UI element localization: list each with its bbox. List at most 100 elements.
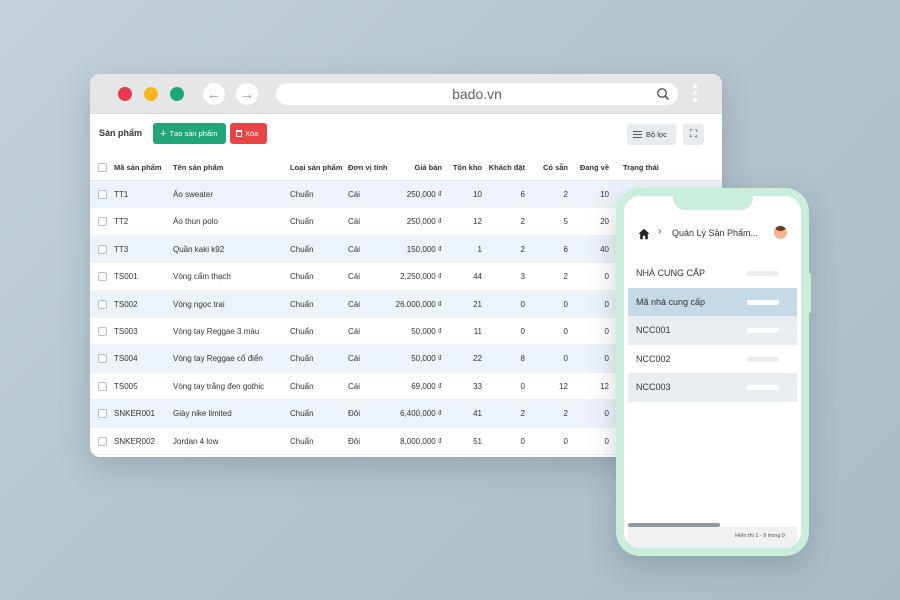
product-name: Áo sweater [173,190,214,199]
row-checkbox[interactable] [98,299,107,309]
product-stock: 10 [473,190,482,199]
header-available[interactable]: Có sẵn [530,154,568,181]
phone-mockup: › Quản Lý Sản Phẩm... NHÀ CUNG CẤP Mã nh… [616,188,811,556]
product-name: Vòng tay trắng đen gothic [173,381,265,391]
product-type: Chuẩn [290,244,314,254]
product-price: 150,000 ₫ [406,244,442,254]
list-item[interactable]: NCC003 [628,373,797,402]
address-bar[interactable]: bado.vn [276,83,678,105]
product-code: SNKER001 [114,409,155,419]
plus-icon: + [160,128,167,140]
product-ordered: 0 [520,299,525,309]
filter-icon [633,131,642,138]
product-code: TS001 [114,272,138,282]
product-incoming: 40 [600,244,609,254]
product-incoming: 0 [604,409,609,419]
create-product-button[interactable]: + Tạo sản phẩm [153,123,226,144]
product-code: TT1 [114,190,129,199]
header-name[interactable]: Tên sản phẩm [173,154,223,181]
pagination-text: Hiển thị 1 - 9 trong 9 [735,533,785,539]
product-type: Chuẩn [290,299,314,309]
row-checkbox[interactable] [98,244,107,254]
product-code: TS002 [114,299,138,309]
product-price: 250,000 ₫ [406,190,442,199]
product-price: 26.000,000 ₫ [395,299,442,309]
row-checkbox[interactable] [98,354,107,364]
row-checkbox[interactable] [98,217,107,227]
header-ordered[interactable]: Khách đặt [486,154,525,181]
close-window-button[interactable] [118,87,132,101]
product-code: TS005 [114,381,138,391]
product-code: TT2 [114,217,129,227]
filter-button[interactable]: Bộ lọc [627,124,676,145]
product-incoming: 0 [604,354,609,364]
row-checkbox[interactable] [98,326,107,336]
product-available: 0 [563,436,568,446]
list-item[interactable]: NCC002 [628,345,797,374]
row-checkbox[interactable] [98,436,107,446]
list-item[interactable]: Mã nhà cung cấp [628,287,797,316]
product-type: Chuẩn [290,217,314,227]
product-price: 50,000 ₫ [411,354,442,364]
product-price: 8,000,000 ₫ [400,436,442,446]
product-stock: 1 [477,244,482,254]
product-ordered: 0 [520,381,525,391]
product-incoming: 10 [600,190,609,199]
row-checkbox[interactable] [98,190,107,199]
row-checkbox[interactable] [98,409,107,419]
search-icon[interactable] [656,87,670,101]
product-ordered: 2 [520,217,525,227]
product-incoming: 0 [604,299,609,309]
select-all-checkbox[interactable] [98,163,107,172]
header-code[interactable]: Mã sản phẩm [114,154,162,181]
product-unit: Đôi [348,436,361,446]
header-price[interactable]: Giá bán [382,154,442,181]
product-ordered: 2 [520,244,525,254]
placeholder-bar [747,271,779,276]
fullscreen-button[interactable]: ⛶ [683,124,704,145]
product-type: Chuẩn [290,190,314,199]
product-type: Chuẩn [290,354,314,364]
product-code: SNKER002 [114,436,155,446]
browser-titlebar: ← → bado.vn [90,74,722,114]
home-icon[interactable] [638,228,650,240]
product-ordered: 3 [520,272,525,282]
arrow-right-icon[interactable]: → [236,83,258,105]
product-code: TS003 [114,326,138,336]
header-type[interactable]: Loại sản phẩm [290,154,343,181]
product-available: 0 [563,326,568,336]
header-stock[interactable]: Tồn kho [446,154,482,181]
minimize-window-button[interactable] [144,87,158,101]
product-stock: 21 [473,299,482,309]
breadcrumb-title[interactable]: Quản Lý Sản Phẩm... [672,228,758,238]
chevron-right-icon: › [658,226,662,237]
list-item[interactable]: NCC001 [628,316,797,345]
placeholder-bar [747,328,779,333]
placeholder-bar [747,385,779,390]
more-vertical-icon[interactable] [692,84,698,105]
page-title: Sản phẩm [99,128,143,138]
product-price: 250,000 ₫ [406,217,442,227]
product-ordered: 2 [520,409,525,419]
avatar[interactable] [774,226,787,239]
product-type: Chuẩn [290,326,314,336]
product-available: 0 [563,354,568,364]
product-name: Vòng tay Reggae 3 màu [173,326,260,336]
product-code: TS004 [114,354,138,364]
header-incoming[interactable]: Đang về [572,154,609,181]
page-toolbar: Sản phẩm + Tạo sản phẩm Xóa Bộ lọc ⛶ [90,114,722,154]
product-available: 12 [559,381,568,391]
product-available: 6 [563,244,568,254]
arrow-left-icon[interactable]: ← [203,83,225,105]
maximize-window-button[interactable] [170,87,184,101]
delete-button[interactable]: Xóa [230,123,267,144]
product-stock: 11 [473,326,482,336]
row-checkbox[interactable] [98,381,107,391]
row-checkbox[interactable] [98,272,107,282]
product-code: TT3 [114,244,129,254]
product-unit: Cái [348,354,361,364]
header-status[interactable]: Trạng thái [623,154,659,181]
product-name: Jordan 4 low [173,436,219,446]
product-type: Chuẩn [290,381,314,391]
product-stock: 44 [473,272,482,282]
